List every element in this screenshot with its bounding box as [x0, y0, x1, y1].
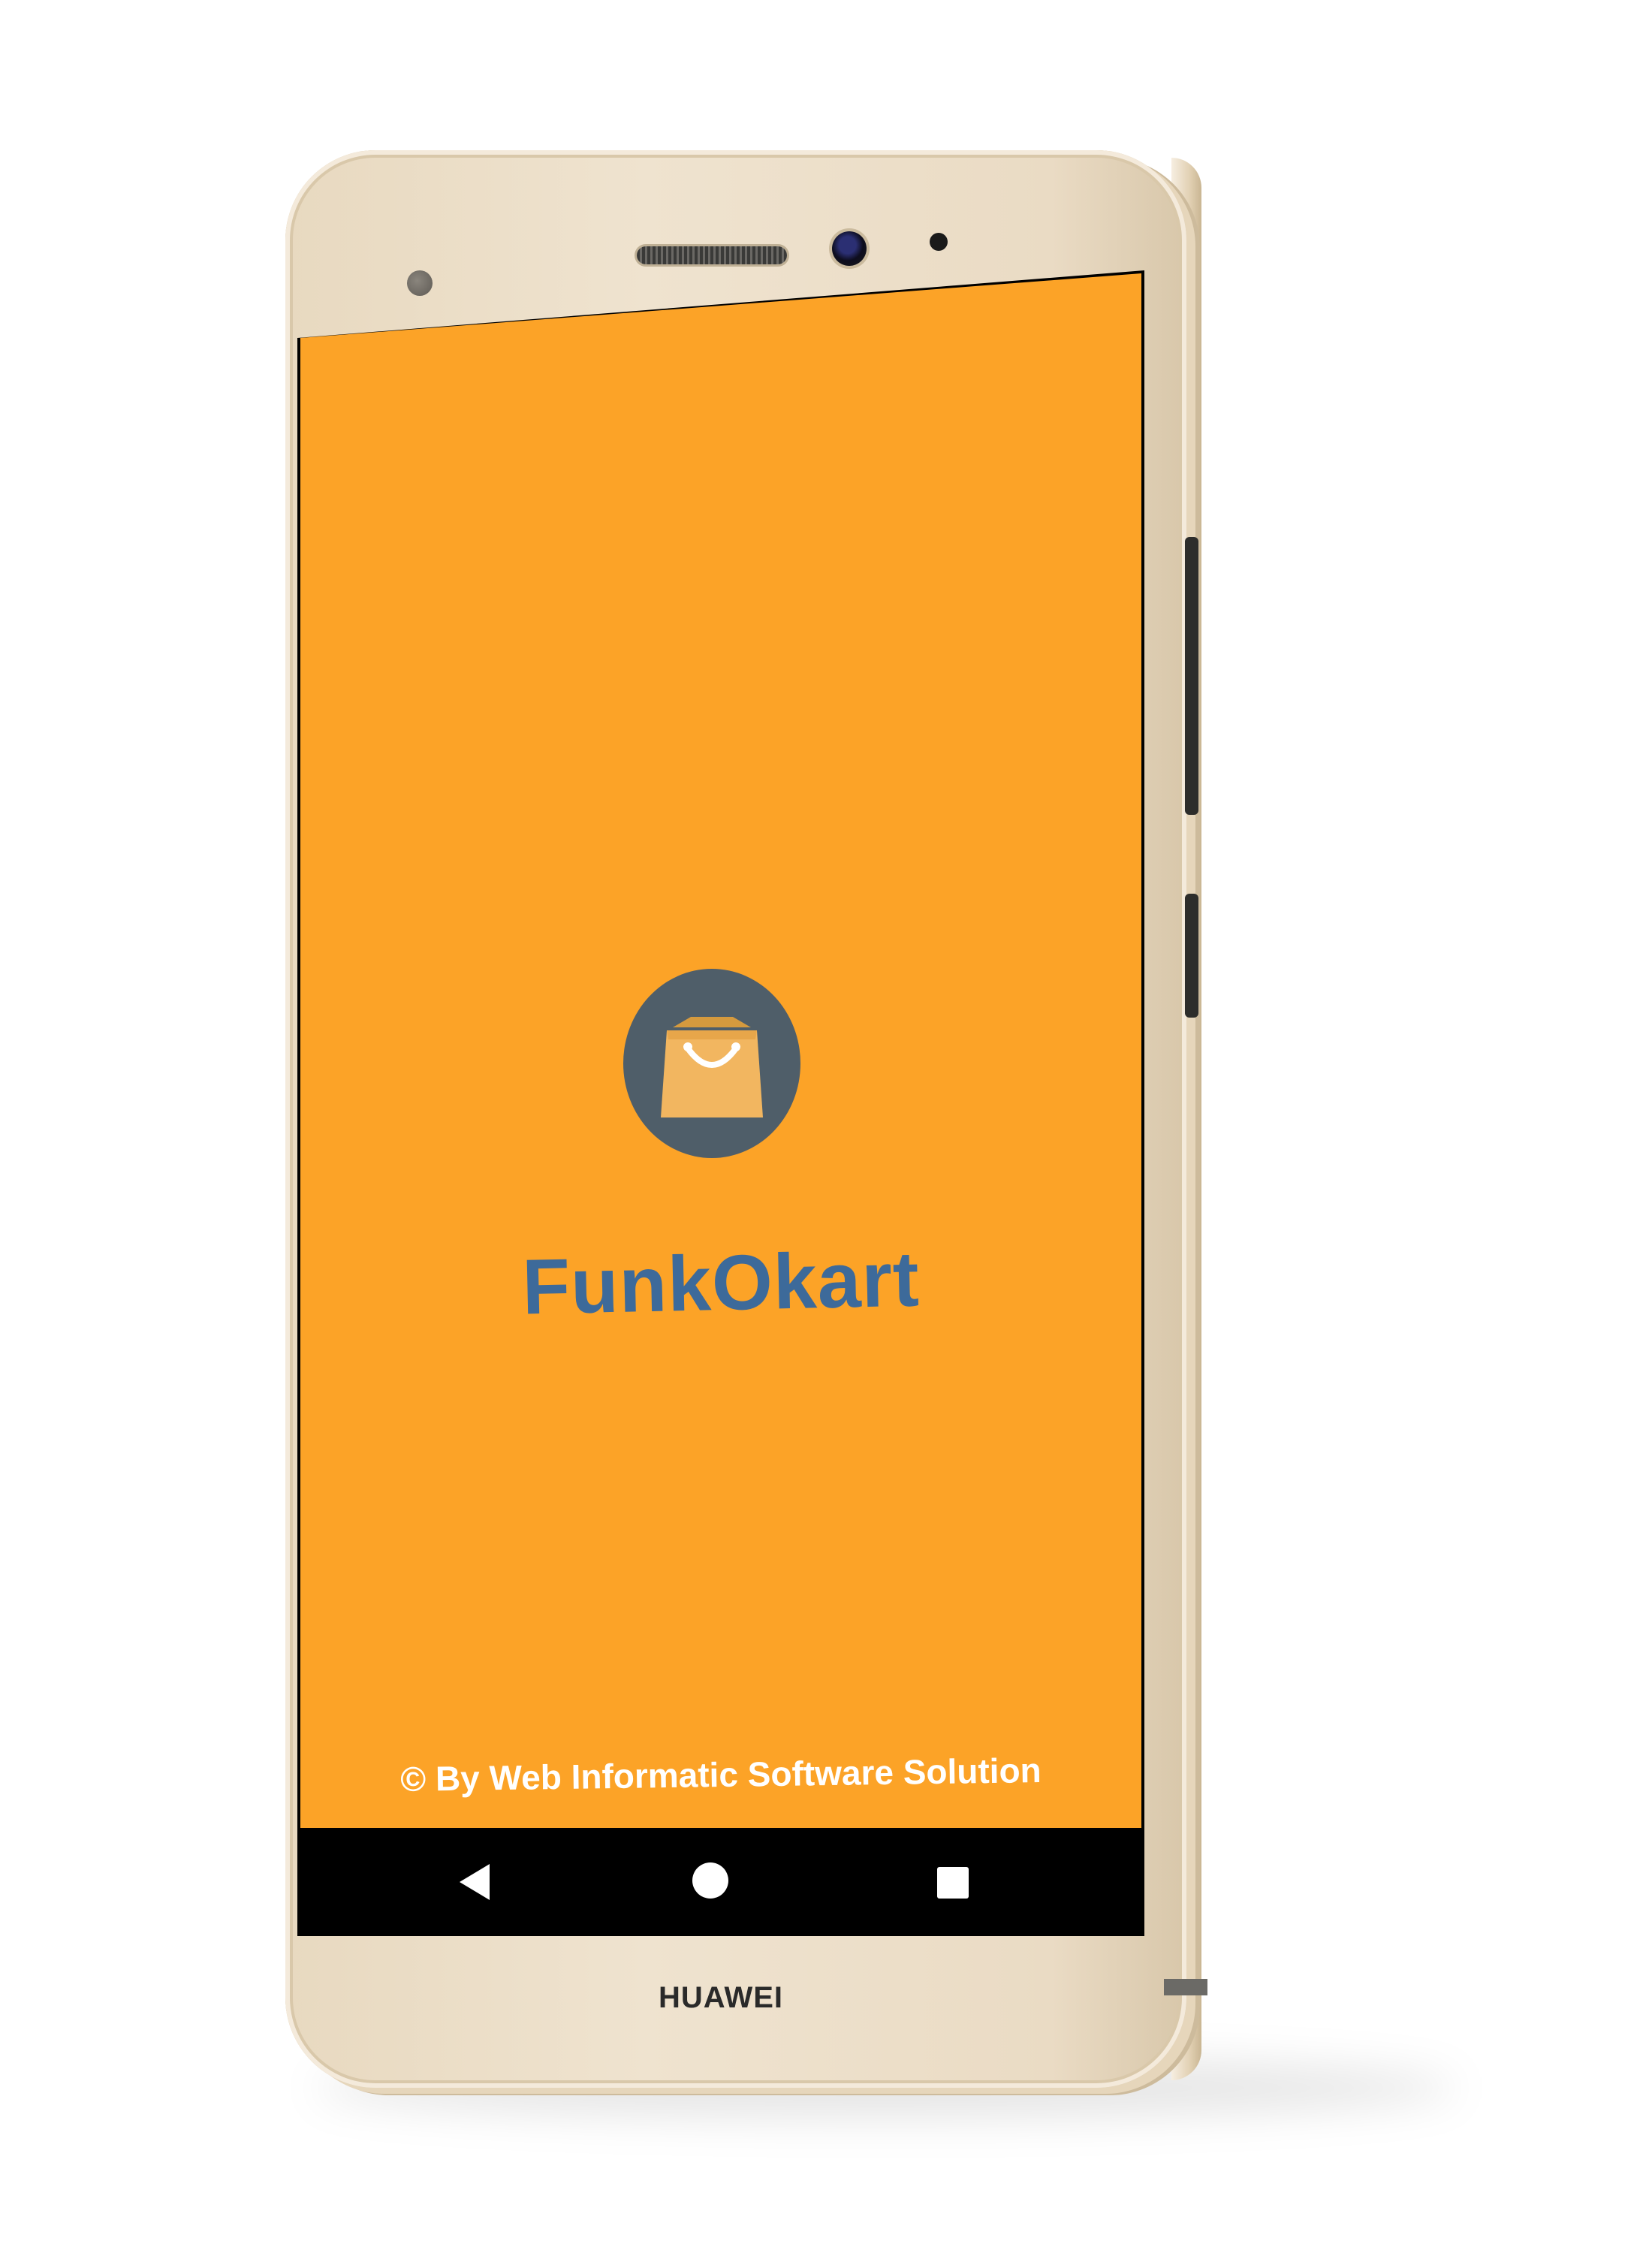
recents-square-icon[interactable] [937, 1867, 969, 1899]
home-circle-icon[interactable] [692, 1862, 728, 1899]
app-title: FunkOkart [521, 1235, 921, 1332]
app-logo [623, 969, 800, 1158]
side-port [1164, 1979, 1207, 1995]
power-button [1185, 537, 1198, 815]
device-brand-logo: HUAWEI [659, 1981, 783, 2014]
volume-button [1185, 894, 1198, 1018]
shopping-bag-icon [661, 1017, 763, 1117]
earpiece-speaker [637, 246, 787, 264]
light-sensor [407, 270, 433, 296]
proximity-sensor [930, 233, 948, 251]
front-camera-icon [832, 231, 867, 266]
back-triangle-icon[interactable] [460, 1864, 490, 1900]
